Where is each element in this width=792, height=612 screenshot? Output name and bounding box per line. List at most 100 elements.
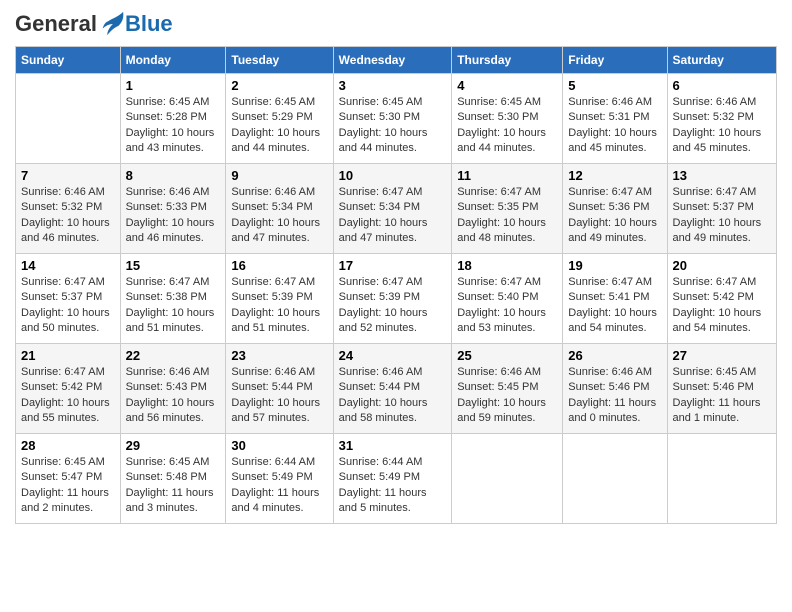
- day-number: 9: [231, 168, 327, 183]
- day-info: Sunrise: 6:45 AM Sunset: 5:29 PM Dayligh…: [231, 95, 327, 157]
- day-info: Sunrise: 6:47 AM Sunset: 5:38 PM Dayligh…: [126, 275, 221, 337]
- calendar-cell: 19 Sunrise: 6:47 AM Sunset: 5:41 PM Dayli…: [563, 254, 667, 344]
- logo-bird-icon: [97, 10, 125, 38]
- calendar-cell: 13 Sunrise: 6:47 AM Sunset: 5:37 PM Dayli…: [667, 164, 776, 254]
- calendar-cell: [563, 434, 667, 524]
- calendar-cell: 14 Sunrise: 6:47 AM Sunset: 5:37 PM Dayli…: [16, 254, 121, 344]
- day-info: Sunrise: 6:46 AM Sunset: 5:45 PM Dayligh…: [457, 365, 557, 427]
- calendar-cell: [452, 434, 563, 524]
- header-sunday: Sunday: [16, 47, 121, 74]
- day-info: Sunrise: 6:46 AM Sunset: 5:32 PM Dayligh…: [21, 185, 115, 247]
- day-info: Sunrise: 6:44 AM Sunset: 5:49 PM Dayligh…: [231, 455, 327, 517]
- calendar-cell: 2 Sunrise: 6:45 AM Sunset: 5:29 PM Daylig…: [226, 74, 333, 164]
- calendar-week-row: 21 Sunrise: 6:47 AM Sunset: 5:42 PM Dayli…: [16, 344, 777, 434]
- day-info: Sunrise: 6:47 AM Sunset: 5:39 PM Dayligh…: [339, 275, 447, 337]
- logo-blue-text: Blue: [125, 11, 173, 37]
- calendar-cell: 1Sunrise: 6:45 AM Sunset: 5:28 PM Daylig…: [120, 74, 226, 164]
- day-number: 25: [457, 348, 557, 363]
- day-info: Sunrise: 6:47 AM Sunset: 5:41 PM Dayligh…: [568, 275, 661, 337]
- day-info: Sunrise: 6:47 AM Sunset: 5:37 PM Dayligh…: [21, 275, 115, 337]
- calendar-table: SundayMondayTuesdayWednesdayThursdayFrid…: [15, 46, 777, 524]
- calendar-cell: [667, 434, 776, 524]
- day-number: 13: [673, 168, 771, 183]
- logo: GeneralBlue: [15, 10, 173, 38]
- day-number: 2: [231, 78, 327, 93]
- day-info: Sunrise: 6:46 AM Sunset: 5:44 PM Dayligh…: [231, 365, 327, 427]
- calendar-cell: 9 Sunrise: 6:46 AM Sunset: 5:34 PM Daylig…: [226, 164, 333, 254]
- day-info: Sunrise: 6:45 AM Sunset: 5:30 PM Dayligh…: [339, 95, 447, 157]
- day-info: Sunrise: 6:46 AM Sunset: 5:46 PM Dayligh…: [568, 365, 661, 427]
- day-info: Sunrise: 6:45 AM Sunset: 5:48 PM Dayligh…: [126, 455, 221, 517]
- day-number: 26: [568, 348, 661, 363]
- header-tuesday: Tuesday: [226, 47, 333, 74]
- header: GeneralBlue: [15, 10, 777, 38]
- day-number: 7: [21, 168, 115, 183]
- day-info: Sunrise: 6:47 AM Sunset: 5:42 PM Dayligh…: [673, 275, 771, 337]
- day-info: Sunrise: 6:47 AM Sunset: 5:37 PM Dayligh…: [673, 185, 771, 247]
- calendar-cell: 10Sunrise: 6:47 AM Sunset: 5:34 PM Dayli…: [333, 164, 452, 254]
- day-info: Sunrise: 6:47 AM Sunset: 5:42 PM Dayligh…: [21, 365, 115, 427]
- header-monday: Monday: [120, 47, 226, 74]
- day-number: 8: [126, 168, 221, 183]
- calendar-cell: 20 Sunrise: 6:47 AM Sunset: 5:42 PM Dayli…: [667, 254, 776, 344]
- calendar-cell: 6 Sunrise: 6:46 AM Sunset: 5:32 PM Daylig…: [667, 74, 776, 164]
- day-number: 27: [673, 348, 771, 363]
- day-number: 5: [568, 78, 661, 93]
- day-info: Sunrise: 6:47 AM Sunset: 5:40 PM Dayligh…: [457, 275, 557, 337]
- day-info: Sunrise: 6:45 AM Sunset: 5:47 PM Dayligh…: [21, 455, 115, 517]
- calendar-cell: 7 Sunrise: 6:46 AM Sunset: 5:32 PM Daylig…: [16, 164, 121, 254]
- day-number: 24: [339, 348, 447, 363]
- day-number: 28: [21, 438, 115, 453]
- header-thursday: Thursday: [452, 47, 563, 74]
- calendar-cell: 22Sunrise: 6:46 AM Sunset: 5:43 PM Dayli…: [120, 344, 226, 434]
- day-number: 14: [21, 258, 115, 273]
- day-info: Sunrise: 6:45 AM Sunset: 5:30 PM Dayligh…: [457, 95, 557, 157]
- calendar-week-row: 1Sunrise: 6:45 AM Sunset: 5:28 PM Daylig…: [16, 74, 777, 164]
- calendar-cell: 11Sunrise: 6:47 AM Sunset: 5:35 PM Dayli…: [452, 164, 563, 254]
- calendar-cell: 17 Sunrise: 6:47 AM Sunset: 5:39 PM Dayli…: [333, 254, 452, 344]
- calendar-cell: 3 Sunrise: 6:45 AM Sunset: 5:30 PM Daylig…: [333, 74, 452, 164]
- day-info: Sunrise: 6:46 AM Sunset: 5:33 PM Dayligh…: [126, 185, 221, 247]
- day-number: 19: [568, 258, 661, 273]
- day-info: Sunrise: 6:44 AM Sunset: 5:49 PM Dayligh…: [339, 455, 447, 517]
- day-info: Sunrise: 6:47 AM Sunset: 5:39 PM Dayligh…: [231, 275, 327, 337]
- day-number: 17: [339, 258, 447, 273]
- day-number: 18: [457, 258, 557, 273]
- day-number: 6: [673, 78, 771, 93]
- calendar-cell: 8 Sunrise: 6:46 AM Sunset: 5:33 PM Daylig…: [120, 164, 226, 254]
- calendar-cell: 23 Sunrise: 6:46 AM Sunset: 5:44 PM Dayli…: [226, 344, 333, 434]
- calendar-cell: 4 Sunrise: 6:45 AM Sunset: 5:30 PM Daylig…: [452, 74, 563, 164]
- calendar-cell: 26 Sunrise: 6:46 AM Sunset: 5:46 PM Dayli…: [563, 344, 667, 434]
- day-number: 4: [457, 78, 557, 93]
- day-number: 30: [231, 438, 327, 453]
- calendar-cell: 12 Sunrise: 6:47 AM Sunset: 5:36 PM Dayli…: [563, 164, 667, 254]
- day-number: 29: [126, 438, 221, 453]
- day-info: Sunrise: 6:47 AM Sunset: 5:35 PM Dayligh…: [457, 185, 557, 247]
- day-info: Sunrise: 6:45 AM Sunset: 5:28 PM Dayligh…: [126, 95, 221, 157]
- day-number: 21: [21, 348, 115, 363]
- day-number: 3: [339, 78, 447, 93]
- day-info: Sunrise: 6:46 AM Sunset: 5:31 PM Dayligh…: [568, 95, 661, 157]
- calendar-cell: 27 Sunrise: 6:45 AM Sunset: 5:46 PM Dayli…: [667, 344, 776, 434]
- day-number: 31: [339, 438, 447, 453]
- header-wednesday: Wednesday: [333, 47, 452, 74]
- day-info: Sunrise: 6:45 AM Sunset: 5:46 PM Dayligh…: [673, 365, 771, 427]
- day-number: 12: [568, 168, 661, 183]
- day-info: Sunrise: 6:47 AM Sunset: 5:34 PM Dayligh…: [339, 185, 447, 247]
- calendar-cell: 15 Sunrise: 6:47 AM Sunset: 5:38 PM Dayli…: [120, 254, 226, 344]
- calendar-cell: 24 Sunrise: 6:46 AM Sunset: 5:44 PM Dayli…: [333, 344, 452, 434]
- day-info: Sunrise: 6:47 AM Sunset: 5:36 PM Dayligh…: [568, 185, 661, 247]
- calendar-cell: [16, 74, 121, 164]
- day-info: Sunrise: 6:46 AM Sunset: 5:32 PM Dayligh…: [673, 95, 771, 157]
- header-saturday: Saturday: [667, 47, 776, 74]
- calendar-cell: 18 Sunrise: 6:47 AM Sunset: 5:40 PM Dayli…: [452, 254, 563, 344]
- day-number: 20: [673, 258, 771, 273]
- calendar-cell: 31 Sunrise: 6:44 AM Sunset: 5:49 PM Dayli…: [333, 434, 452, 524]
- day-number: 15: [126, 258, 221, 273]
- day-number: 22: [126, 348, 221, 363]
- day-number: 23: [231, 348, 327, 363]
- calendar-cell: 30 Sunrise: 6:44 AM Sunset: 5:49 PM Dayli…: [226, 434, 333, 524]
- calendar-cell: 29 Sunrise: 6:45 AM Sunset: 5:48 PM Dayli…: [120, 434, 226, 524]
- day-info: Sunrise: 6:46 AM Sunset: 5:44 PM Dayligh…: [339, 365, 447, 427]
- day-info: Sunrise: 6:46 AM Sunset: 5:34 PM Dayligh…: [231, 185, 327, 247]
